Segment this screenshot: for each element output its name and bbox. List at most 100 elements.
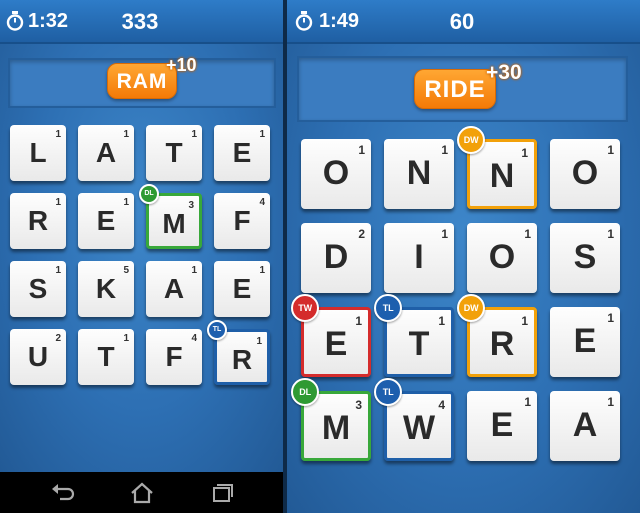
- tile-points: 1: [55, 129, 61, 140]
- tile-points: 1: [524, 395, 531, 409]
- tile-letter: O: [488, 238, 516, 276]
- timer: 1:49: [319, 10, 360, 32]
- recent-apps-icon[interactable]: [206, 480, 236, 506]
- letter-tile[interactable]: K5: [78, 261, 134, 317]
- stopwatch-icon: [295, 11, 313, 31]
- letter-tile[interactable]: A1: [550, 391, 620, 461]
- tile-points: 1: [524, 227, 531, 241]
- timer: 1:32: [28, 10, 69, 32]
- tile-letter: W: [402, 409, 436, 447]
- android-nav-bar: [0, 472, 283, 513]
- tile-points: 1: [441, 143, 448, 157]
- tile-points: 5: [123, 265, 129, 276]
- tile-points: 1: [438, 314, 445, 328]
- tile-letter: A: [163, 273, 185, 304]
- tile-points: 1: [607, 227, 614, 241]
- letter-tile[interactable]: S1: [10, 261, 66, 317]
- letter-tile[interactable]: T1: [146, 125, 202, 181]
- tile-letter: R: [231, 344, 253, 375]
- tile-points: 4: [259, 197, 265, 208]
- tile-points: 1: [355, 314, 362, 328]
- tile-letter: S: [28, 273, 48, 304]
- letter-tile[interactable]: S1: [550, 223, 620, 293]
- tile-letter: F: [233, 205, 251, 236]
- letter-tile[interactable]: E1: [550, 307, 620, 377]
- tile-points: 1: [123, 333, 129, 344]
- tile-points: 1: [521, 314, 528, 328]
- tile-letter: E: [573, 322, 597, 360]
- tile-letter: T: [408, 325, 430, 363]
- bonus-badge-dl: DL: [139, 184, 159, 204]
- right-game-screen: 1:49 60 RIDE +30 O 1 N 1 N 1 DW O 1 D 2 I 1 O 1 S 1 E 1 TW T…: [287, 0, 640, 513]
- tile-points: 4: [438, 398, 445, 412]
- stopwatch-icon: [6, 11, 24, 31]
- letter-tile[interactable]: E1: [214, 125, 270, 181]
- letter-tile[interactable]: N1: [384, 139, 454, 209]
- score: 60: [449, 9, 475, 34]
- top-bar: 1:49 60: [287, 0, 640, 44]
- tile-points: 3: [355, 398, 362, 412]
- letter-tile[interactable]: E1: [467, 391, 537, 461]
- letter-tile[interactable]: E1: [214, 261, 270, 317]
- tile-letter: I: [414, 238, 424, 276]
- letter-tile[interactable]: O1: [301, 139, 371, 209]
- letter-tile[interactable]: F4: [146, 329, 202, 385]
- tile-letter: E: [324, 325, 348, 363]
- tile-points: 1: [358, 143, 365, 157]
- tile-letter: U: [27, 341, 49, 372]
- letter-tile[interactable]: O1: [550, 139, 620, 209]
- letter-tile[interactable]: E1: [78, 193, 134, 249]
- letter-tile[interactable]: U2: [10, 329, 66, 385]
- letter-tile[interactable]: I1: [384, 223, 454, 293]
- tile-points: 1: [123, 197, 129, 208]
- tile-letter: F: [165, 341, 183, 372]
- tile-letter: E: [232, 273, 252, 304]
- tile-points: 1: [256, 336, 262, 347]
- top-bar: 1:32 333: [0, 0, 283, 44]
- tile-points: 1: [55, 265, 61, 276]
- tile-points: 3: [188, 200, 194, 211]
- current-word: RIDE: [414, 69, 496, 109]
- tile-points: 1: [191, 129, 197, 140]
- tile-letter: A: [572, 406, 598, 444]
- tile-points: 2: [55, 333, 61, 344]
- tile-points: 1: [607, 311, 614, 325]
- tile-points: 4: [191, 333, 197, 344]
- tile-letter: M: [162, 208, 186, 239]
- tile-letter: S: [573, 238, 597, 276]
- tile-points: 1: [55, 197, 61, 208]
- tile-points: 1: [607, 395, 614, 409]
- tile-letter: E: [232, 137, 252, 168]
- letter-tile[interactable]: A1: [146, 261, 202, 317]
- tile-letter: E: [96, 205, 116, 236]
- tile-letter: T: [97, 341, 115, 372]
- letter-tile[interactable]: T1: [78, 329, 134, 385]
- letter-tile[interactable]: O1: [467, 223, 537, 293]
- letter-tile[interactable]: L1: [10, 125, 66, 181]
- score: 333: [121, 9, 159, 34]
- tile-letter: R: [489, 325, 515, 363]
- tile-points: 1: [441, 227, 448, 241]
- letter-tile[interactable]: R1: [10, 193, 66, 249]
- tile-points: 1: [607, 143, 614, 157]
- home-icon[interactable]: [127, 480, 157, 506]
- letter-tile[interactable]: F4: [214, 193, 270, 249]
- word-bonus: +10: [166, 55, 197, 75]
- tile-letter: T: [165, 137, 183, 168]
- tile-points: 1: [521, 146, 528, 160]
- back-icon[interactable]: [48, 480, 78, 506]
- tile-points: 1: [123, 129, 129, 140]
- tile-letter: M: [321, 409, 351, 447]
- letter-tile[interactable]: A1: [78, 125, 134, 181]
- tile-points: 1: [259, 265, 265, 276]
- tile-points: 2: [358, 227, 365, 241]
- tile-points: 1: [259, 129, 265, 140]
- tile-letter: E: [490, 406, 514, 444]
- tile-letter: K: [95, 273, 117, 304]
- letter-tile[interactable]: D2: [301, 223, 371, 293]
- tile-letter: O: [571, 154, 599, 192]
- word-bonus: +30: [486, 61, 522, 84]
- bonus-badge-tl: TL: [207, 320, 227, 340]
- left-game-screen: 1:32 333 RAM +10 L 1 A 1 T 1 E 1 R 1 E 1 M 3 DL F 4 S 1 K 5 A…: [0, 0, 283, 472]
- tile-letter: O: [322, 154, 350, 192]
